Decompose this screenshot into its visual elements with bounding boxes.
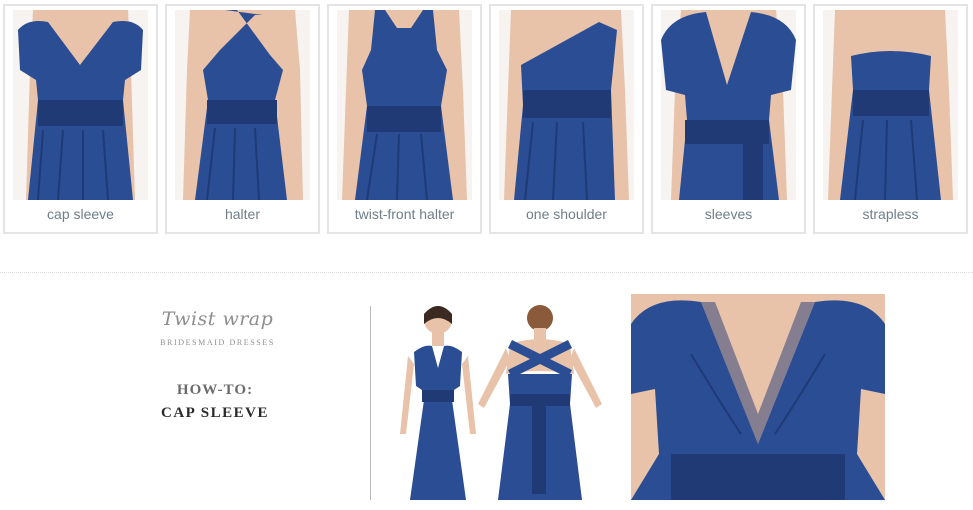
howto-heading: HOW-TO:	[176, 382, 254, 398]
howto-style-name: CAP SLEEVE	[161, 405, 269, 421]
dress-photo-twist-front-halter	[337, 10, 472, 200]
dress-photo-strapless	[823, 10, 958, 200]
model-back-photo	[470, 294, 610, 500]
cap-sleeve-detail-photo	[631, 294, 885, 500]
style-label: strapless	[862, 206, 919, 222]
twist-wrap-logo: Twist wrap BRIDESMAID DRESSES	[150, 298, 285, 360]
dress-photo-cap-sleeve	[13, 10, 148, 200]
dress-photo-halter	[175, 10, 310, 200]
style-label: twist-front halter	[354, 206, 455, 222]
style-label: sleeves	[704, 206, 753, 222]
style-card-sleeves[interactable]: sleeves	[651, 4, 806, 234]
dress-photo-sleeves	[661, 10, 796, 200]
style-card-cap-sleeve[interactable]: cap sleeve	[3, 4, 158, 234]
style-card-one-shoulder[interactable]: one shoulder	[489, 4, 644, 234]
style-card-twist-front-halter[interactable]: twist-front halter	[327, 4, 482, 234]
logo-script: Twist wrap	[161, 308, 274, 330]
style-card-halter[interactable]: halter	[165, 4, 320, 234]
style-card-strapless[interactable]: strapless	[813, 4, 968, 234]
style-gallery: cap sleeve halter twist-front halter one…	[3, 4, 971, 234]
vertical-divider	[370, 306, 371, 500]
style-label: cap sleeve	[47, 206, 114, 222]
style-label: one shoulder	[526, 206, 607, 222]
logo-subtitle: BRIDESMAID DRESSES	[160, 338, 275, 347]
dress-photo-one-shoulder	[499, 10, 634, 200]
style-label: halter	[224, 206, 261, 222]
section-divider	[0, 272, 973, 273]
